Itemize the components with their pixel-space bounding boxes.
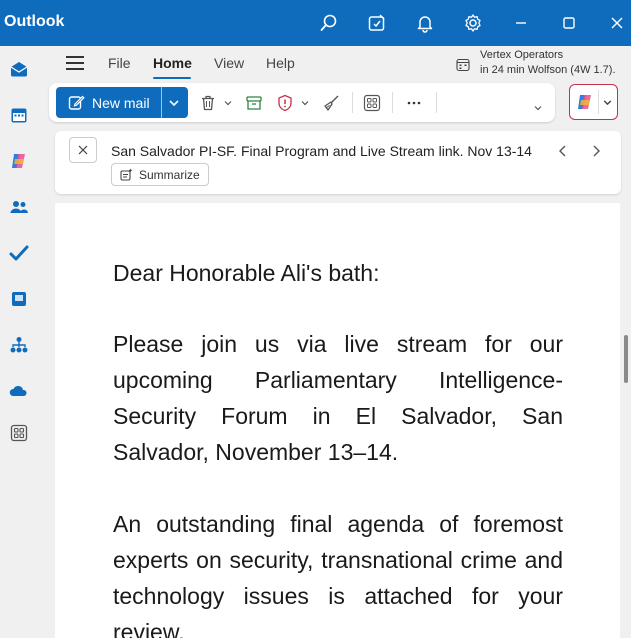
tab-view[interactable]: View bbox=[214, 55, 244, 71]
bell-icon[interactable] bbox=[414, 12, 436, 34]
chevron-down-icon[interactable] bbox=[300, 98, 310, 108]
summarize-icon bbox=[120, 168, 133, 181]
search-icon[interactable] bbox=[318, 12, 340, 34]
close-window-icon[interactable] bbox=[606, 12, 628, 34]
message-body: Dear Honorable Ali's bath: Please join u… bbox=[55, 203, 620, 638]
hamburger-menu-icon[interactable] bbox=[66, 56, 84, 70]
app-title: Outlook bbox=[4, 13, 65, 30]
meeting-detail: in 24 min Wolfson (4W 1.7). bbox=[480, 64, 616, 76]
message-subject: San Salvador PI-SF. Final Program and Li… bbox=[111, 143, 532, 159]
minimize-icon[interactable] bbox=[510, 12, 532, 34]
apps-grid-icon[interactable] bbox=[362, 93, 382, 113]
greeting-text: Dear Honorable Ali's bath: bbox=[113, 260, 380, 286]
more-options-icon[interactable] bbox=[404, 93, 424, 113]
summarize-label: Summarize bbox=[139, 168, 200, 182]
maximize-icon[interactable] bbox=[558, 12, 580, 34]
menu-row: File Home View Help Vertex Operators in … bbox=[38, 46, 631, 82]
chevron-down-icon[interactable] bbox=[166, 95, 182, 111]
body-paragraph-1: Please join us via live stream for our u… bbox=[113, 331, 563, 465]
ribbon-toolbar: New mail bbox=[49, 83, 555, 122]
expand-ribbon-chevron-icon[interactable] bbox=[533, 103, 543, 113]
gear-icon[interactable] bbox=[462, 12, 484, 34]
todo-icon[interactable] bbox=[7, 241, 31, 265]
copilot-icon bbox=[578, 95, 591, 109]
copilot-separator bbox=[598, 90, 599, 114]
ribbon-separator bbox=[436, 92, 437, 113]
title-bar: Outlook bbox=[0, 0, 631, 46]
onenote-icon[interactable] bbox=[7, 287, 31, 311]
close-icon bbox=[78, 145, 88, 155]
summarize-button[interactable]: Summarize bbox=[111, 163, 209, 186]
body-paragraph-2: An outstanding final agenda of foremost … bbox=[113, 511, 563, 638]
tab-help[interactable]: Help bbox=[266, 55, 295, 71]
app-rail bbox=[0, 46, 38, 638]
ribbon-separator bbox=[392, 92, 393, 113]
calendar-icon[interactable] bbox=[7, 103, 31, 127]
tab-file[interactable]: File bbox=[108, 55, 131, 71]
meeting-title: Vertex Operators bbox=[480, 49, 564, 61]
more-apps-icon[interactable] bbox=[7, 421, 31, 445]
mail-icon[interactable] bbox=[7, 57, 31, 81]
ribbon-separator bbox=[352, 92, 353, 113]
chevron-down-icon[interactable] bbox=[602, 97, 613, 108]
delete-icon[interactable] bbox=[198, 93, 218, 113]
copilot-icon[interactable] bbox=[7, 149, 31, 173]
tab-home-underline bbox=[153, 77, 191, 79]
new-mail-separator bbox=[161, 87, 162, 118]
copilot-button[interactable] bbox=[569, 84, 618, 120]
new-mail-label: New mail bbox=[92, 95, 150, 111]
vertical-scrollbar[interactable] bbox=[624, 335, 628, 383]
chevron-left-icon[interactable] bbox=[555, 143, 571, 159]
org-explorer-icon[interactable] bbox=[7, 333, 31, 357]
compose-note-icon[interactable] bbox=[366, 12, 388, 34]
meeting-calendar-icon bbox=[456, 58, 470, 72]
meeting-reminder[interactable]: Vertex Operators in 24 min Wolfson (4W 1… bbox=[480, 48, 616, 78]
tab-home[interactable]: Home bbox=[153, 55, 192, 71]
chevron-right-icon[interactable] bbox=[588, 143, 604, 159]
compose-icon bbox=[68, 95, 85, 110]
people-icon[interactable] bbox=[7, 195, 31, 219]
chevron-down-icon[interactable] bbox=[223, 98, 233, 108]
archive-icon[interactable] bbox=[244, 93, 264, 113]
onedrive-icon[interactable] bbox=[7, 379, 31, 403]
report-icon[interactable] bbox=[275, 93, 295, 113]
new-mail-button[interactable]: New mail bbox=[56, 87, 188, 118]
message-header-card: San Salvador PI-SF. Final Program and Li… bbox=[55, 131, 621, 194]
close-message-button[interactable] bbox=[69, 137, 97, 163]
sweep-icon[interactable] bbox=[321, 93, 341, 113]
